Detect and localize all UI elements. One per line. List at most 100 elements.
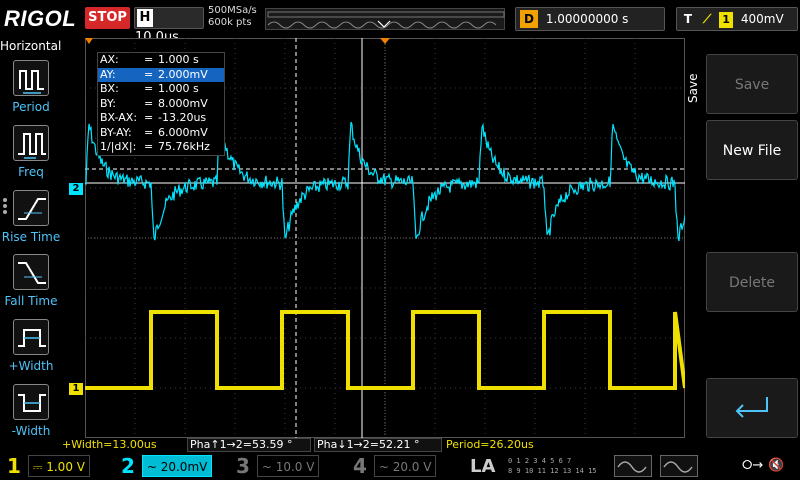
trigger-label: T xyxy=(683,12,693,26)
save-button[interactable]: Save xyxy=(706,54,798,114)
sine-wave-icon xyxy=(663,461,693,473)
cursor-label: AY: xyxy=(100,67,116,81)
horizontal-measure-menu: Horizontal Period Freq Rise Time Fall Ti… xyxy=(0,38,62,438)
channel-4-number: 4 xyxy=(353,454,367,478)
memory-depth: 600k pts xyxy=(208,17,252,28)
cursor-value: 1.000 s xyxy=(158,53,199,66)
cursor-value: 75.76kHz xyxy=(158,140,210,153)
usb-icon: ⭘→ xyxy=(742,458,764,473)
measure-fall-time-label: Fall Time xyxy=(4,294,58,308)
channel-3-scale-value: 10.0 V xyxy=(275,460,315,474)
delete-button[interactable]: Delete xyxy=(706,252,798,312)
channel-status-bar: 1 ⎓ 1.00 V 2 ~ 20.0mV 3 ~ 10.0 V 4 ~ 20.… xyxy=(0,452,800,480)
channel-4-scale-value: 20.0 V xyxy=(392,460,432,474)
measure-rise-time[interactable]: Rise Time xyxy=(0,188,60,250)
ac-coupling-icon: ~ xyxy=(146,460,157,474)
cursor-label: AX: xyxy=(100,53,119,66)
cursor-value: 6.000mV xyxy=(158,125,208,139)
brand-logo: RIGOL xyxy=(4,6,77,31)
trigger-level: 400mV xyxy=(740,12,784,26)
cursor-row-by: BY: = 8.000mV xyxy=(100,96,208,110)
trigger-channel: 1 xyxy=(719,12,734,28)
negative-width-icon xyxy=(13,384,49,420)
frequency-icon xyxy=(13,125,49,161)
enter-button[interactable] xyxy=(706,378,798,438)
channel-2-scale: ~ 20.0mV xyxy=(141,455,213,477)
la-bits-bottom: 8 9 10 11 12 13 14 15 xyxy=(508,467,597,475)
cursor-row-bx-ax: BX-AX: = -13.20us xyxy=(100,111,207,124)
channel-3-number: 3 xyxy=(236,454,250,478)
cursor-label: BX-AX: xyxy=(100,111,138,124)
channel-1-number: 1 xyxy=(7,454,21,478)
measure-negative-width[interactable]: -Width xyxy=(0,382,60,444)
measure-phase-rise-result[interactable]: Pha↑1→2=53.59 ° xyxy=(187,438,311,452)
ac-coupling-icon: ~ xyxy=(378,460,389,474)
channel-4-status[interactable]: 4 ~ 20.0 V xyxy=(350,454,437,478)
center-trigger-marker xyxy=(380,38,390,44)
cursor-label: 1/|dX|: xyxy=(100,140,137,153)
cursor-readout-panel: AX: = 1.000 s AY: = 2.000mV BX: = 1.000 s BY: =… xyxy=(97,52,225,156)
horizontal-label: H xyxy=(137,9,153,27)
channel-3-scale: ~ 10.0 V xyxy=(256,455,320,477)
save-menu: Save Save New File Delete xyxy=(686,38,800,438)
run-stop-button[interactable]: STOP xyxy=(85,7,130,29)
save-menu-title: Save xyxy=(686,73,700,103)
cursor-value: 2.000mV xyxy=(158,67,208,81)
channel-1-status[interactable]: 1 ⎓ 1.00 V xyxy=(4,455,90,477)
top-status-bar: RIGOL STOP H 10.0us 500MSa/s 600k pts D … xyxy=(0,0,800,45)
delay-label: D xyxy=(520,10,538,28)
sample-rate: 500MSa/s xyxy=(208,5,257,16)
cursor-row-by-ay: BY-AY: = 6.000mV xyxy=(100,125,208,139)
new-file-button[interactable]: New File xyxy=(706,120,798,180)
measure-negative-width-label: -Width xyxy=(11,424,51,438)
measure-frequency-label: Freq xyxy=(18,165,44,179)
enter-icon xyxy=(735,397,768,418)
delay-value: 1.00000000 s xyxy=(545,12,629,26)
measure-phase-fall-result[interactable]: Pha↓1→2=52.21 ° xyxy=(314,438,442,452)
measure-frequency[interactable]: Freq xyxy=(0,123,60,185)
cursor-row-ay: AY: = 2.000mV xyxy=(98,67,224,82)
channel-1-scale-value: 1.00 V xyxy=(46,460,85,474)
channel-2-status[interactable]: 2 ~ 20.0mV xyxy=(118,455,213,477)
measure-period-label: Period xyxy=(12,100,50,114)
cursor-value: -13.20us xyxy=(158,111,207,124)
measure-fall-time[interactable]: Fall Time xyxy=(0,252,60,314)
horizontal-timebase[interactable]: H 10.0us xyxy=(134,7,204,45)
ac-coupling-icon: ~ xyxy=(261,460,272,474)
generator-1-button[interactable] xyxy=(614,455,652,477)
channel-4-scale: ~ 20.0 V xyxy=(373,455,437,477)
positive-width-icon xyxy=(13,319,49,355)
channel-1-scale: ⎓ 1.00 V xyxy=(27,455,90,477)
cursor-row-inv-dx: 1/|dX|: = 75.76kHz xyxy=(100,140,210,153)
rising-edge-icon: ⟋ xyxy=(702,12,712,26)
cursor-label: BY-AY: xyxy=(100,125,132,139)
acquisition-info: 500MSa/s 600k pts xyxy=(208,5,257,29)
channel-2-scale-value: 20.0mV xyxy=(160,460,208,474)
period-icon xyxy=(13,60,49,96)
cursor-value: 1.000 s xyxy=(158,82,199,95)
la-bits-top: 0 1 2 3 4 5 6 7 xyxy=(508,457,572,465)
cursor-row-bx: BX: = 1.000 s xyxy=(100,82,199,95)
rise-time-icon xyxy=(13,190,49,226)
measure-positive-width[interactable]: +Width xyxy=(0,317,60,379)
dc-coupling-icon: ⎓ xyxy=(32,460,43,474)
speaker-muted-icon[interactable]: 🔇 xyxy=(768,458,784,473)
trigger-setting[interactable]: T ⟋ 1 400mV xyxy=(676,7,798,31)
menu-title: Horizontal xyxy=(0,39,62,53)
logic-analyzer-bits: 0 1 2 3 4 5 6 7 8 9 10 11 12 13 14 15 xyxy=(508,456,603,478)
cursor-label: BX: xyxy=(100,82,119,95)
fall-time-icon xyxy=(13,254,49,290)
delay-setting[interactable]: D 1.00000000 s xyxy=(515,7,665,31)
measure-positive-width-result[interactable]: +Width=13.00us xyxy=(62,438,157,452)
generator-2-button[interactable] xyxy=(660,455,698,477)
measure-period[interactable]: Period xyxy=(0,58,60,120)
measurement-results-bar: +Width=13.00us Pha↑1→2=53.59 ° Pha↓1→2=5… xyxy=(60,438,686,452)
channel-3-status[interactable]: 3 ~ 10.0 V xyxy=(233,454,320,478)
channel-2-offset-marker[interactable]: 2 xyxy=(69,183,83,195)
memory-timeline[interactable] xyxy=(265,8,505,30)
cursor-value: 8.000mV xyxy=(158,96,208,110)
channel-1-offset-marker[interactable]: 1 xyxy=(69,383,83,395)
measure-period-result[interactable]: Period=26.20us xyxy=(446,438,534,452)
measure-rise-time-label: Rise Time xyxy=(1,230,61,244)
logic-analyzer-label[interactable]: LA xyxy=(470,456,495,477)
